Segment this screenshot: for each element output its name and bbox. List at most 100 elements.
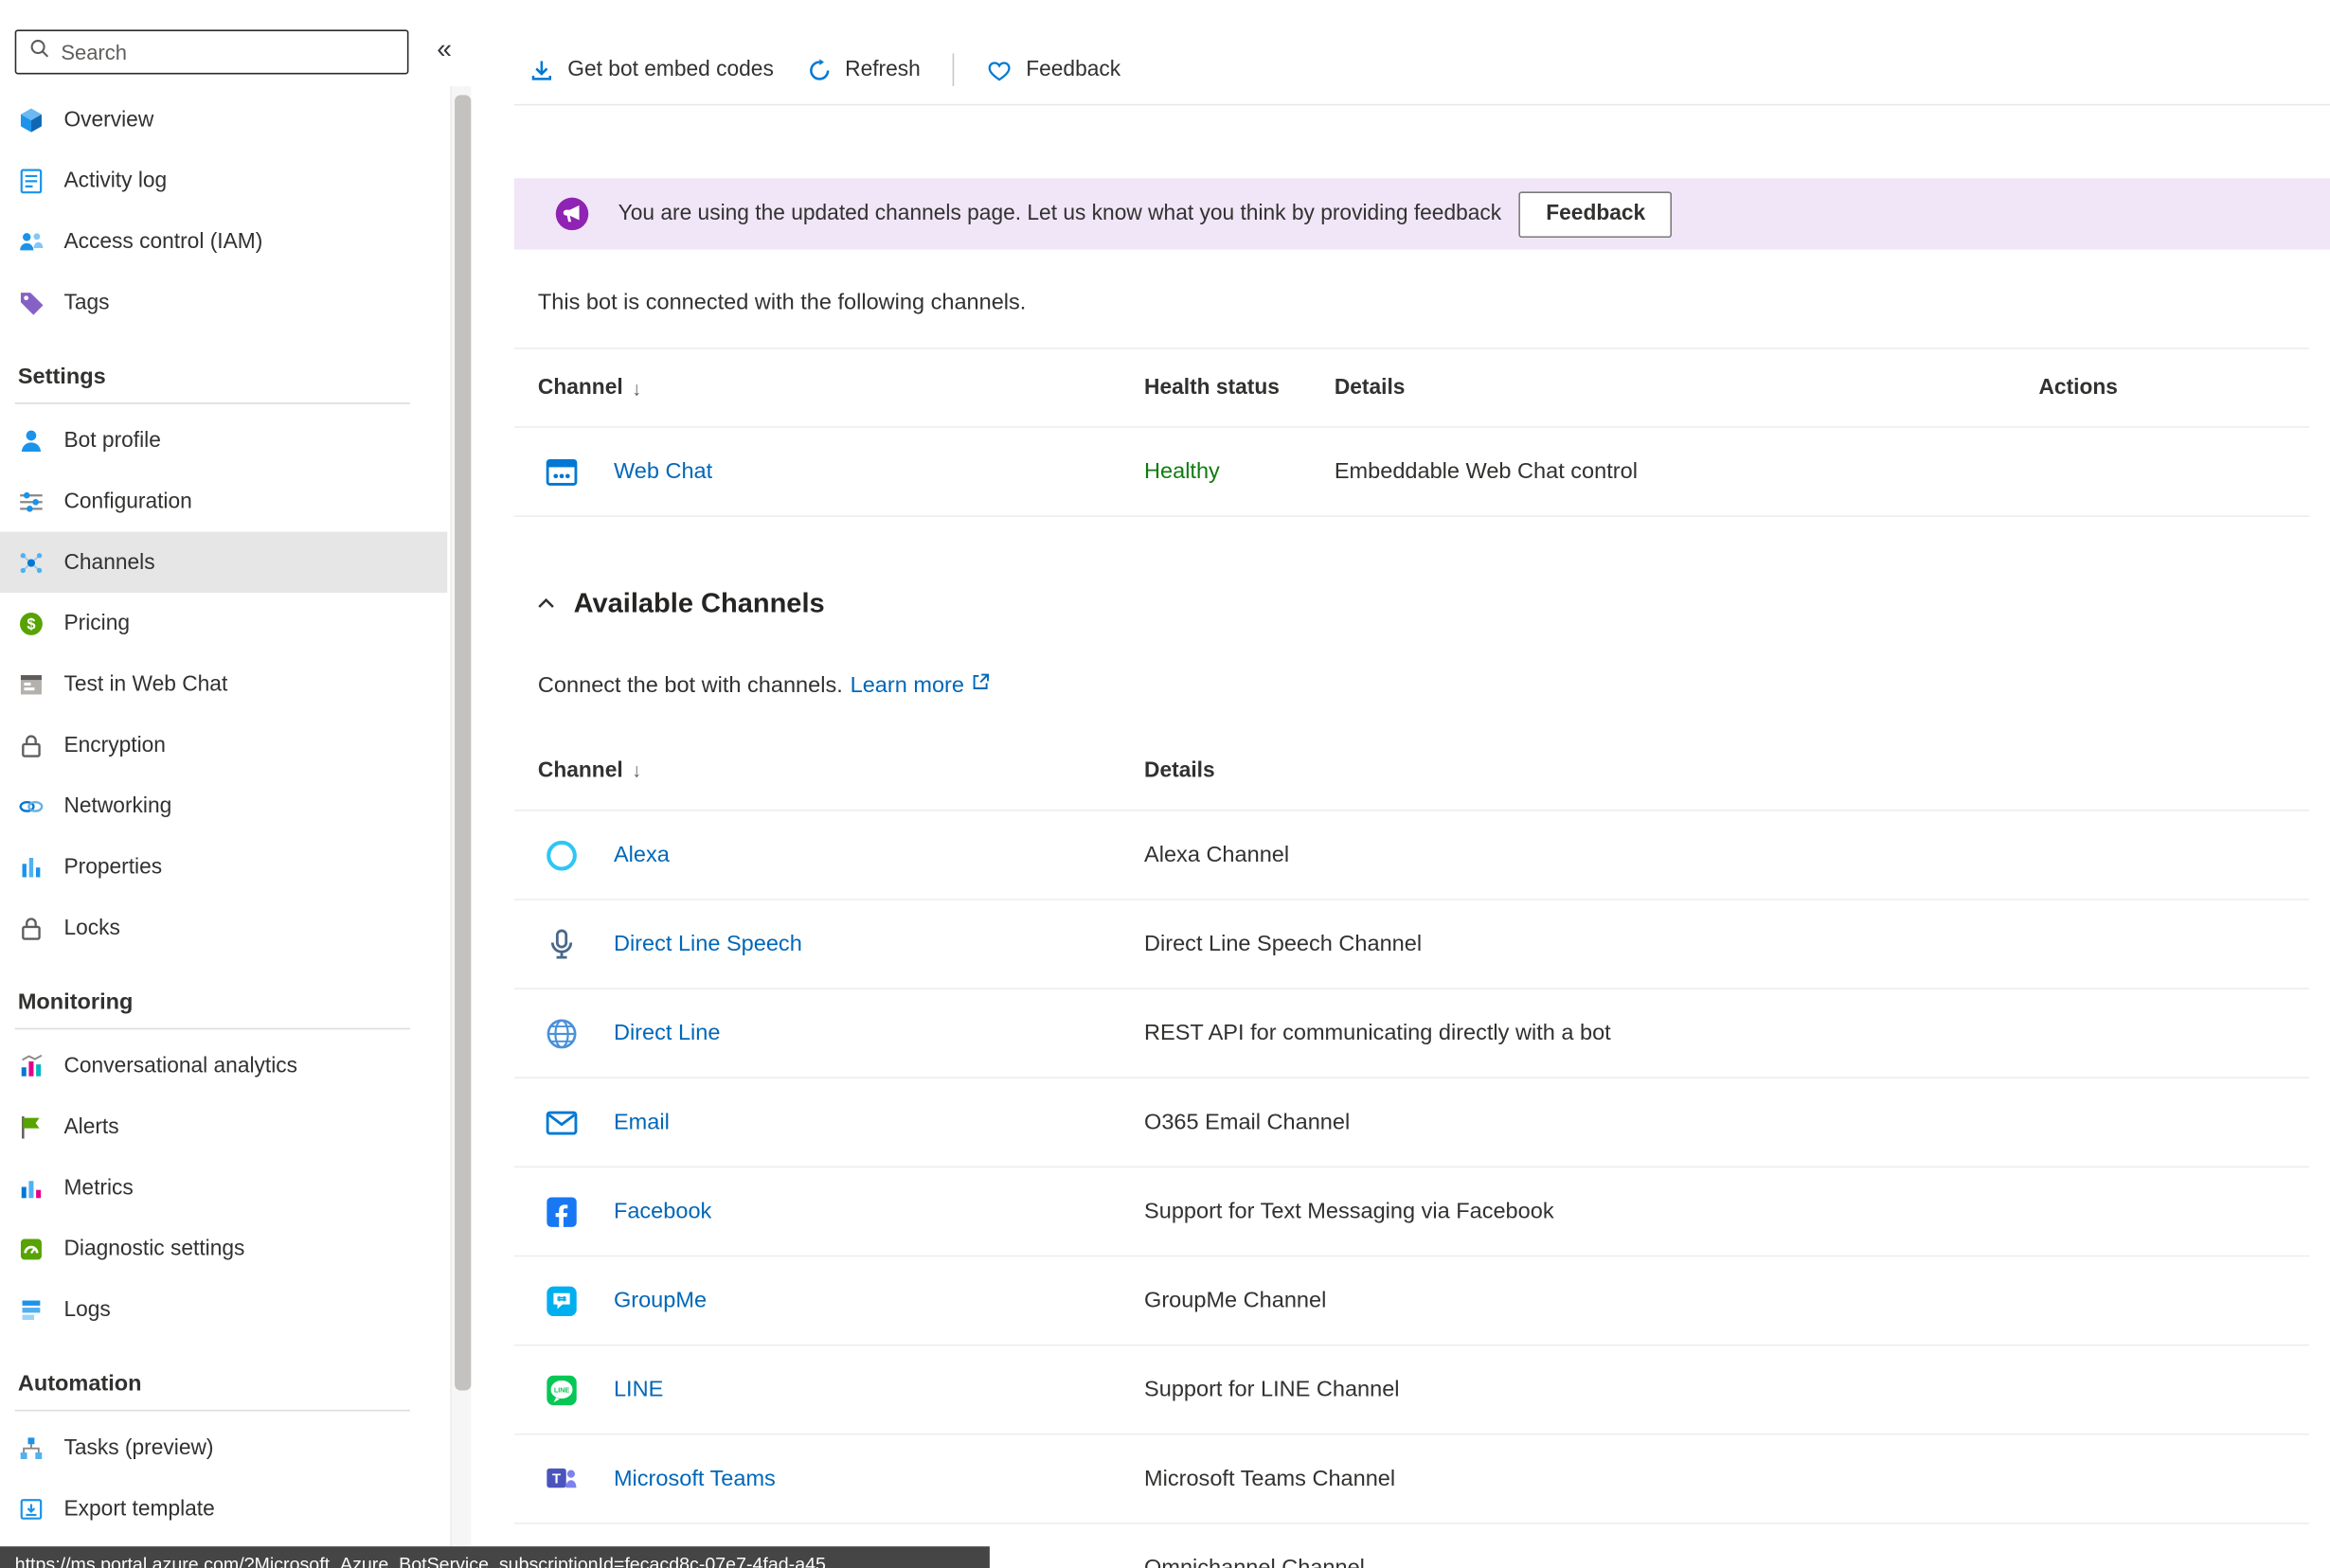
sidebar-item-label: Alerts — [63, 1114, 119, 1139]
nav-section-divider — [14, 1027, 411, 1030]
channel-details: Support for LINE Channel — [1144, 1377, 1400, 1403]
export-template-icon — [18, 1495, 45, 1522]
search-input[interactable]: Search — [14, 29, 409, 75]
channel-link-groupme[interactable]: GroupMe — [614, 1288, 707, 1313]
available-channel-row: Direct Line Speech Direct Line Speech Cha… — [513, 900, 2310, 989]
column-header-details: Details — [1334, 375, 1406, 401]
feedback-toolbar-label: Feedback — [1026, 58, 1121, 82]
sidebar-item-channels[interactable]: Channels — [0, 531, 448, 593]
channel-link-direct-line[interactable]: Direct Line — [614, 1021, 720, 1046]
azure-portal-bot-channels-page: Search « Overview Activity log Access cont… — [0, 0, 2330, 1568]
sidebar-item-logs[interactable]: Logs — [0, 1279, 447, 1340]
sidebar-item-overview[interactable]: Overview — [0, 89, 447, 150]
available-channel-row: Direct Line REST API for communicating di… — [513, 989, 2310, 1079]
sidebar-item-export-template[interactable]: Export template — [0, 1478, 447, 1539]
scrollbar-thumb[interactable] — [454, 95, 471, 1391]
refresh-button[interactable]: Refresh — [806, 57, 921, 82]
chevron-up-icon[interactable] — [535, 592, 558, 615]
diagnostic-settings-icon — [18, 1236, 45, 1262]
sidebar-item-alerts[interactable]: Alerts — [0, 1096, 447, 1157]
banner-feedback-button[interactable]: Feedback — [1519, 190, 1673, 238]
sidebar-item-encryption[interactable]: Encryption — [0, 715, 447, 775]
channel-link-direct-line-speech[interactable]: Direct Line Speech — [614, 932, 802, 957]
collapse-sidebar-icon[interactable]: « — [437, 36, 452, 62]
sidebar-item-label: Tasks (preview) — [63, 1435, 214, 1460]
channel-link-facebook[interactable]: Facebook — [614, 1199, 711, 1224]
sidebar-item-activity-log[interactable]: Activity log — [0, 150, 447, 210]
svg-text:T: T — [552, 1471, 561, 1487]
direct-line-icon — [544, 1015, 580, 1051]
sidebar-item-configuration[interactable]: Configuration — [0, 471, 447, 531]
available-channel-row: LINE LINE Support for LINE Channel — [513, 1345, 2310, 1435]
microsoft-teams-icon: T — [544, 1461, 580, 1497]
channel-link-microsoft-teams[interactable]: Microsoft Teams — [614, 1466, 776, 1491]
learn-more-link[interactable]: Learn more — [851, 671, 992, 698]
sidebar-item-properties[interactable]: Properties — [0, 836, 447, 897]
sidebar-scrollbar[interactable] — [450, 85, 472, 1568]
channel-link-alexa[interactable]: Alexa — [614, 843, 670, 868]
channels-icon — [18, 549, 45, 576]
email-icon — [544, 1104, 580, 1140]
connected-channels-intro: This bot is connected with the following… — [537, 289, 1027, 315]
sidebar-nav: Overview Activity log Access control (IAM)… — [0, 89, 448, 1539]
external-link-icon — [970, 671, 991, 698]
sidebar-item-label: Conversational analytics — [63, 1054, 298, 1078]
channel-details: Omnichannel Channel — [1144, 1555, 1365, 1568]
tags-icon — [18, 289, 45, 315]
configuration-icon — [18, 488, 45, 514]
alerts-icon — [18, 1114, 45, 1140]
properties-icon — [18, 853, 45, 880]
sidebar-item-access-control-iam[interactable]: Access control (IAM) — [0, 211, 447, 272]
column-header-channel[interactable]: Channel ↓ — [514, 758, 1120, 782]
available-table-header: Channel ↓ Details — [513, 731, 2310, 811]
get-bot-embed-codes-button[interactable]: Get bot embed codes — [529, 57, 774, 82]
tasks-icon — [18, 1434, 45, 1461]
nav-section-monitoring: Monitoring — [17, 989, 134, 1014]
sidebar-item-label: Networking — [63, 793, 172, 818]
browser-status-bar: https://ms.portal.azure.com/?Microsoft_A… — [0, 1546, 990, 1568]
bot-profile-icon — [18, 427, 45, 454]
refresh-icon — [806, 57, 832, 82]
locks-icon — [18, 915, 45, 941]
download-icon — [529, 57, 555, 82]
overview-icon — [18, 106, 45, 133]
section-title: Available Channels — [573, 586, 825, 618]
sidebar-item-conversational-analytics[interactable]: Conversational analytics — [0, 1036, 447, 1096]
sidebar-item-networking[interactable]: Networking — [0, 775, 447, 836]
alexa-icon — [544, 837, 580, 873]
sidebar-item-label: Overview — [63, 107, 154, 132]
networking-icon — [18, 793, 45, 819]
direct-line-speech-icon — [544, 926, 580, 962]
sidebar-item-label: Locks — [63, 916, 120, 940]
nav-section-settings: Settings — [17, 363, 106, 389]
sidebar-item-locks[interactable]: Locks — [0, 898, 447, 958]
channel-details: O365 Email Channel — [1144, 1109, 1351, 1135]
sidebar-item-bot-profile[interactable]: Bot profile — [0, 410, 447, 471]
available-channel-row: Facebook Support for Text Messaging via F… — [513, 1167, 2310, 1257]
connected-table-rows: Web Chat Healthy Embeddable Web Chat contr… — [513, 428, 2310, 517]
channel-link-email[interactable]: Email — [614, 1110, 670, 1135]
sidebar-item-label: Activity log — [63, 169, 168, 193]
feedback-toolbar-button[interactable]: Feedback — [987, 57, 1120, 82]
command-bar: Get bot embed codes Refresh Feedback — [514, 40, 1154, 99]
sidebar-item-label: Configuration — [63, 489, 192, 514]
sidebar-item-metrics[interactable]: Metrics — [0, 1157, 447, 1218]
sidebar-item-label: Diagnostic settings — [63, 1237, 245, 1261]
sidebar-item-pricing[interactable]: $ Pricing — [0, 593, 447, 653]
sidebar-item-test-in-web-chat[interactable]: Test in Web Chat — [0, 653, 447, 714]
channel-details: Embeddable Web Chat control — [1334, 458, 1638, 485]
channel-link-line[interactable]: LINE — [614, 1377, 663, 1402]
sidebar-item-label: Test in Web Chat — [63, 671, 228, 697]
nav-section-divider — [14, 1409, 411, 1412]
column-header-channel[interactable]: Channel ↓ — [514, 376, 1120, 400]
sidebar-item-label: Export template — [63, 1496, 215, 1521]
sidebar-item-label: Bot profile — [63, 428, 161, 453]
available-table-rows: Alexa Alexa Channel Direct Line Speech Dire… — [513, 811, 2310, 1568]
column-header-details: Details — [1144, 757, 1215, 783]
sidebar-item-label: Channels — [63, 550, 155, 575]
sidebar-item-tags[interactable]: Tags — [0, 272, 447, 332]
channel-link-web-chat[interactable]: Web Chat — [614, 459, 712, 485]
sidebar-item-diagnostic-settings[interactable]: Diagnostic settings — [0, 1218, 447, 1278]
sidebar-item-tasks-preview[interactable]: Tasks (preview) — [0, 1417, 447, 1478]
pricing-icon: $ — [18, 610, 45, 636]
